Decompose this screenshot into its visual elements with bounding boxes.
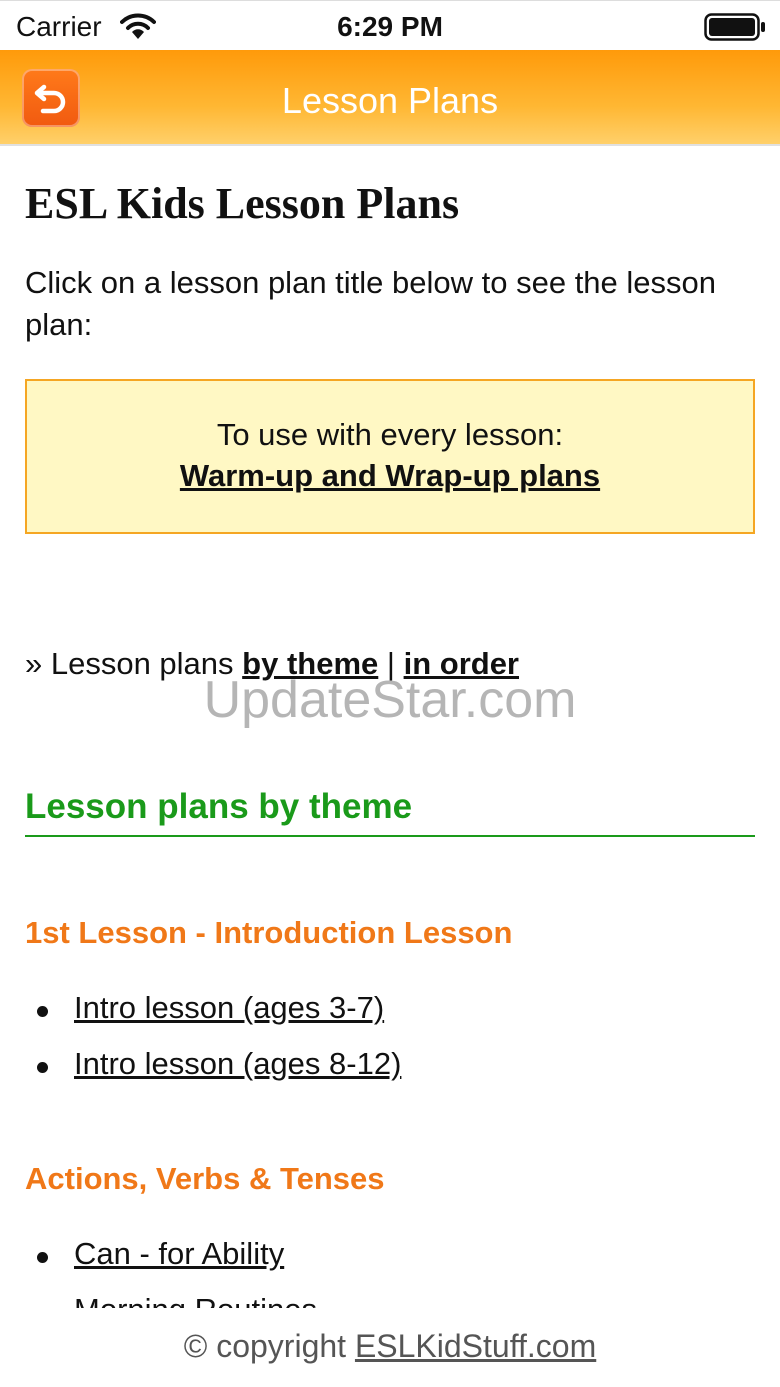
lesson-link[interactable]: Intro lesson (ages 8-12) <box>74 1046 401 1081</box>
copyright-text: © copyright ESLKidStuff.com <box>0 1328 780 1365</box>
lesson-link[interactable]: Morning Routines <box>74 1292 317 1308</box>
list-item: Morning Routines <box>25 1292 317 1308</box>
battery-icon <box>704 13 765 41</box>
section-heading: Lesson plans by theme <box>25 787 755 837</box>
list-item: Can - for Ability <box>25 1236 317 1292</box>
group-heading-actions: Actions, Verbs & Tenses <box>25 1161 385 1196</box>
intro-text: Click on a lesson plan title below to se… <box>25 265 717 342</box>
lesson-link[interactable]: Intro lesson (ages 3-7) <box>74 990 384 1025</box>
watermark: UpdateStar.com <box>203 671 577 729</box>
copyright-prefix: © copyright <box>183 1328 347 1364</box>
footer: © copyright ESLKidStuff.com <box>0 1308 780 1387</box>
lesson-list-actions: Can - for Ability Morning Routines <box>25 1236 317 1308</box>
warmup-wrapup-link-row: Warm-up and Wrap-up plans <box>27 458 753 494</box>
status-bar: Carrier 6:29 PM <box>0 0 780 50</box>
warmup-wrapup-link[interactable]: Warm-up and Wrap-up plans <box>180 458 600 493</box>
callout-text: To use with every lesson: <box>216 417 564 452</box>
status-time: 6:29 PM <box>337 11 443 42</box>
list-item: Intro lesson (ages 8-12) <box>25 1046 401 1102</box>
lesson-content[interactable]: ESL Kids Lesson Plans Click on a lesson … <box>0 148 780 1308</box>
copyright-link[interactable]: ESLKidStuff.com <box>355 1328 596 1364</box>
group-heading-intro: 1st Lesson - Introduction Lesson <box>25 915 513 950</box>
nav-bar: Lesson Plans <box>0 50 780 146</box>
page-title: ESL Kids Lesson Plans <box>25 179 460 228</box>
list-item: Intro lesson (ages 3-7) <box>25 990 401 1046</box>
callout-box: To use with every lesson: Warm-up and Wr… <box>25 379 755 534</box>
lesson-link[interactable]: Can - for Ability <box>74 1236 284 1271</box>
lesson-list-intro: Intro lesson (ages 3-7) Intro lesson (ag… <box>25 990 401 1102</box>
nav-title: Lesson Plans <box>281 80 499 121</box>
